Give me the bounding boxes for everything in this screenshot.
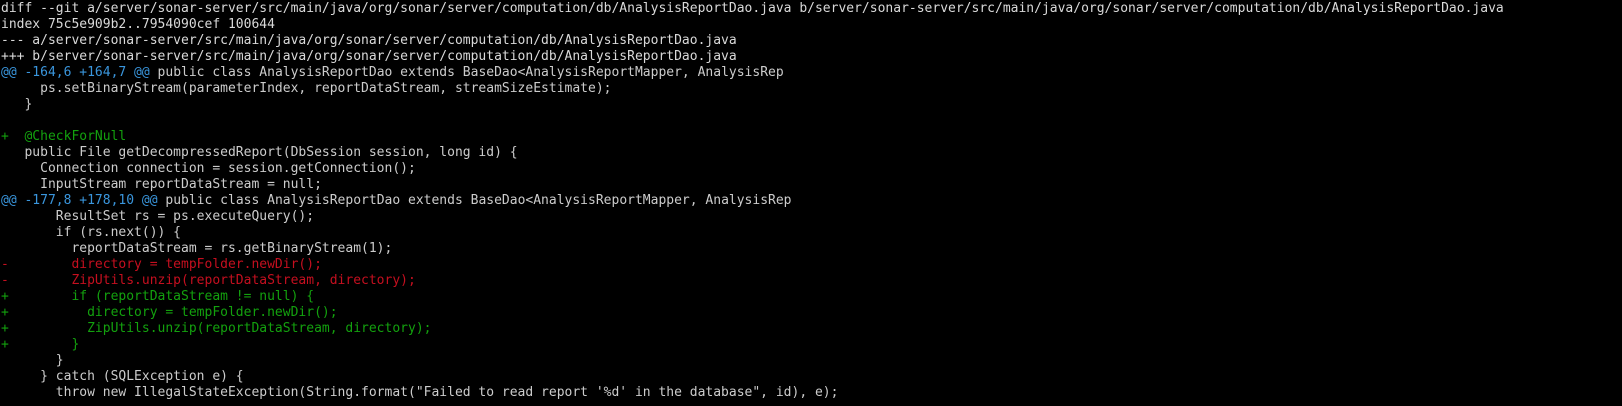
terminal-output: diff --git a/server/sonar-server/src/mai…	[1, 1, 1622, 406]
diff-line-context: }	[1, 353, 64, 368]
diff-line-context: }	[1, 97, 33, 112]
hunk-context: public class AnalysisReportDao extends B…	[149, 65, 784, 80]
diff-line-context: ResultSet rs = ps.executeQuery();	[1, 209, 315, 224]
diff-line-context: throw new IllegalStateException(String.f…	[1, 385, 839, 400]
diff-line-context	[1, 113, 1622, 129]
diff-line-added: + ZipUtils.unzip(reportDataStream, direc…	[1, 321, 432, 336]
diff-line-context: public File getDecompressedReport(DbSess…	[1, 145, 518, 160]
diff-line-context: InputStream reportDataStream = null;	[1, 177, 322, 192]
diff-line-added: + }	[1, 337, 80, 352]
diff-line-hunk: @@ -164,6 +164,7 @@ public class Analysi…	[1, 65, 1622, 81]
diff-line-header: +++ b/server/sonar-server/src/main/java/…	[1, 49, 737, 64]
terminal-bottom-edge	[0, 400, 1622, 406]
diff-line-removed: - directory = tempFolder.newDir();	[1, 257, 322, 272]
diff-line-hunk: @@ -177,8 +178,10 @@ public class Analys…	[1, 193, 1622, 209]
diff-line-removed: - ZipUtils.unzip(reportDataStream, direc…	[1, 273, 416, 288]
diff-line-header: index 75c5e909b2..7954090cef 100644	[1, 17, 275, 32]
hunk-context: public class AnalysisReportDao extends B…	[157, 193, 792, 208]
hunk-range: @@ -177,8 +178,10 @@	[1, 193, 158, 208]
diff-line-added: + @CheckForNull	[1, 129, 127, 144]
diff-line-context: ps.setBinaryStream(parameterIndex, repor…	[1, 81, 612, 96]
diff-line-added: + directory = tempFolder.newDir();	[1, 305, 338, 320]
diff-line-context: Connection connection = session.getConne…	[1, 161, 416, 176]
diff-line-added: + if (reportDataStream != null) {	[1, 289, 315, 304]
hunk-range: @@ -164,6 +164,7 @@	[1, 65, 150, 80]
diff-line-context: reportDataStream = rs.getBinaryStream(1)…	[1, 241, 393, 256]
diff-line-header: diff --git a/server/sonar-server/src/mai…	[1, 1, 1504, 16]
diff-line-context: } catch (SQLException e) {	[1, 369, 244, 384]
diff-line-header: --- a/server/sonar-server/src/main/java/…	[1, 33, 737, 48]
diff-line-context: if (rs.next()) {	[1, 225, 182, 240]
